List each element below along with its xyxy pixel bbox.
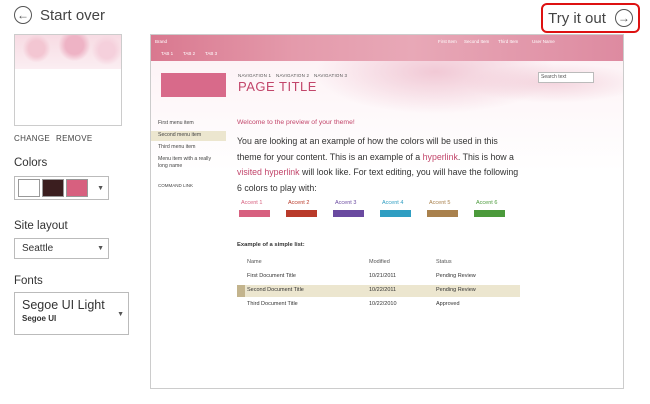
preview-nav-item: NAVIGATION 2 bbox=[276, 73, 310, 78]
color-swatch bbox=[42, 179, 64, 197]
accent-swatch bbox=[380, 210, 411, 217]
background-image-thumbnail bbox=[14, 34, 122, 126]
preview-top-link: Third Item bbox=[498, 39, 519, 44]
preview-left-nav-item: Menu item with a really long name bbox=[158, 156, 212, 169]
fonts-dropdown[interactable]: Segoe UI Light Segoe UI ▼ bbox=[14, 292, 129, 335]
try-it-out-label: Try it out bbox=[548, 9, 606, 27]
accent-swatch bbox=[239, 210, 270, 217]
arrow-right-icon: → bbox=[614, 9, 633, 27]
chevron-down-icon: ▼ bbox=[97, 184, 104, 192]
preview-welcome: Welcome to the preview of your theme! bbox=[237, 119, 355, 126]
accent-label: Accent 1 bbox=[241, 200, 263, 206]
list-header-status: Status bbox=[436, 259, 452, 265]
colors-dropdown[interactable]: ▼ bbox=[14, 176, 109, 200]
accent-label: Accent 5 bbox=[429, 200, 451, 206]
try-it-out-button[interactable]: Try it out → bbox=[541, 3, 640, 33]
chevron-down-icon: ▼ bbox=[117, 311, 124, 318]
preview-visited-hyperlink: visited hyperlink bbox=[237, 167, 300, 177]
accent-swatch bbox=[286, 210, 317, 217]
fonts-label: Fonts bbox=[14, 275, 43, 287]
list-cell: Pending Review bbox=[436, 287, 476, 293]
change-link[interactable]: CHANGE bbox=[14, 134, 50, 143]
preview-nav-item: NAVIGATION 3 bbox=[314, 73, 348, 78]
blossom-image bbox=[15, 35, 121, 69]
start-over-button[interactable]: ← Start over bbox=[14, 6, 105, 24]
font-heading: Segoe UI Light bbox=[22, 298, 105, 312]
list-header-name: Name bbox=[247, 259, 262, 265]
preview-left-nav-item: Second menu item bbox=[158, 132, 202, 138]
accent-swatch bbox=[474, 210, 505, 217]
theme-preview: Brand First Item Second Item Third Item … bbox=[150, 34, 624, 389]
list-cell: Third Document Title bbox=[247, 301, 298, 307]
list-cell: Second Document Title bbox=[247, 287, 304, 293]
color-swatch bbox=[66, 179, 88, 197]
preview-brand: Brand bbox=[155, 39, 168, 44]
list-cell: 10/21/2011 bbox=[369, 273, 397, 279]
site-layout-dropdown[interactable]: Seattle ▼ bbox=[14, 238, 109, 259]
accent-label: Accent 2 bbox=[288, 200, 310, 206]
preview-page-title: PAGE TITLE bbox=[238, 79, 317, 94]
preview-tab: TAB 1 bbox=[161, 51, 174, 56]
preview-tab: TAB 2 bbox=[183, 51, 196, 56]
accent-label: Accent 3 bbox=[335, 200, 357, 206]
remove-link[interactable]: REMOVE bbox=[56, 134, 92, 143]
arrow-left-icon: ← bbox=[14, 6, 32, 24]
site-layout-label: Site layout bbox=[14, 220, 68, 232]
color-swatch bbox=[18, 179, 40, 197]
list-header-modified: Modified bbox=[369, 259, 390, 265]
body-text-part: . This is how a bbox=[457, 151, 514, 162]
preview-logo bbox=[161, 73, 226, 97]
font-body: Segoe UI bbox=[22, 314, 57, 323]
preview-search-box: Search text bbox=[538, 72, 594, 83]
list-row-selector bbox=[237, 285, 245, 297]
colors-label: Colors bbox=[14, 157, 48, 169]
preview-top-link: Second Item bbox=[464, 39, 490, 44]
accent-label: Accent 6 bbox=[476, 200, 498, 206]
preview-left-nav-item: First menu item bbox=[158, 120, 194, 126]
preview-nav-item: NAVIGATION 1 bbox=[238, 73, 272, 78]
preview-left-nav-item: Third menu item bbox=[158, 144, 196, 150]
accent-swatch bbox=[427, 210, 458, 217]
list-cell: 10/22/2010 bbox=[369, 301, 397, 307]
list-cell: Pending Review bbox=[436, 273, 476, 279]
accent-label: Accent 4 bbox=[382, 200, 404, 206]
preview-command-link: COMMAND LINK bbox=[158, 183, 194, 188]
list-cell: First Document Title bbox=[247, 273, 296, 279]
preview-top-link: User Name bbox=[532, 39, 555, 44]
preview-hyperlink: hyperlink bbox=[422, 151, 458, 162]
list-cell: Approved bbox=[436, 301, 460, 307]
preview-tab: TAB 3 bbox=[205, 51, 218, 56]
preview-body-text: You are looking at an example of how the… bbox=[237, 134, 520, 196]
accent-swatch bbox=[333, 210, 364, 217]
chevron-down-icon: ▼ bbox=[97, 245, 104, 252]
preview-top-link: First Item bbox=[438, 39, 457, 44]
preview-list-title: Example of a simple list: bbox=[237, 242, 305, 248]
list-cell: 10/22/2011 bbox=[369, 287, 397, 293]
start-over-label: Start over bbox=[40, 6, 106, 24]
site-layout-value: Seattle bbox=[22, 243, 54, 254]
